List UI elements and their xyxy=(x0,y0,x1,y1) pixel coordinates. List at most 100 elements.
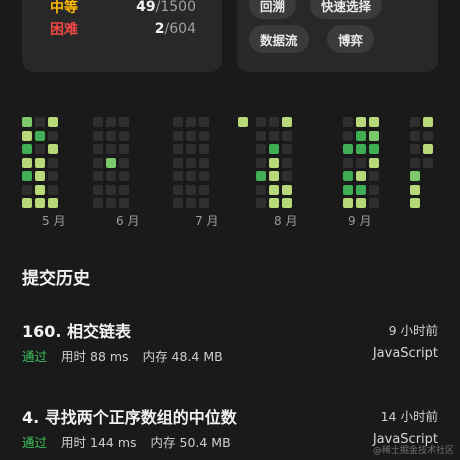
heatmap-cell[interactable] xyxy=(369,171,379,181)
heatmap-cell[interactable] xyxy=(35,171,45,181)
heatmap-cell[interactable] xyxy=(93,198,103,208)
heatmap-cell[interactable] xyxy=(48,184,58,195)
heatmap-cell[interactable] xyxy=(186,117,196,127)
heatmap-cell[interactable] xyxy=(106,171,116,181)
heatmap-cell[interactable] xyxy=(356,184,366,195)
heatmap-cell[interactable] xyxy=(410,198,420,208)
heatmap-cell[interactable] xyxy=(173,117,183,127)
heatmap-cell[interactable] xyxy=(369,117,379,127)
heatmap-cell[interactable] xyxy=(256,198,266,208)
heatmap-cell[interactable] xyxy=(119,144,129,154)
heatmap-cell[interactable] xyxy=(282,130,292,141)
heatmap-cell[interactable] xyxy=(186,198,196,208)
heatmap-cell[interactable] xyxy=(199,130,209,141)
heatmap-cell[interactable] xyxy=(256,117,266,127)
heatmap-cell[interactable] xyxy=(106,157,116,168)
heatmap-cell[interactable] xyxy=(119,130,129,141)
heatmap-cell[interactable] xyxy=(35,157,45,168)
heatmap-cell[interactable] xyxy=(423,144,433,154)
heatmap-cell[interactable] xyxy=(356,117,366,127)
heatmap-cell[interactable] xyxy=(173,171,183,181)
heatmap-cell[interactable] xyxy=(119,184,129,195)
heatmap-cell[interactable] xyxy=(356,198,366,208)
heatmap-cell[interactable] xyxy=(282,184,292,195)
heatmap-cell[interactable] xyxy=(186,144,196,154)
heatmap-cell[interactable] xyxy=(369,198,379,208)
heatmap-cell[interactable] xyxy=(186,130,196,141)
heatmap-cell[interactable] xyxy=(343,130,353,141)
heatmap-cell[interactable] xyxy=(256,184,266,195)
heatmap-cell[interactable] xyxy=(106,184,116,195)
problem-title[interactable]: 160. 相交链表 xyxy=(22,318,131,342)
heatmap-cell[interactable] xyxy=(48,198,58,208)
heatmap-cell[interactable] xyxy=(22,184,32,195)
heatmap-cell[interactable] xyxy=(93,157,103,168)
heatmap-cell[interactable] xyxy=(269,117,279,127)
heatmap-cell[interactable] xyxy=(410,171,420,181)
heatmap-cell[interactable] xyxy=(106,144,116,154)
heatmap-cell[interactable] xyxy=(282,117,292,127)
heatmap-cell[interactable] xyxy=(423,157,433,168)
heatmap-cell[interactable] xyxy=(35,144,45,154)
heatmap-cell[interactable] xyxy=(119,157,129,168)
heatmap-cell[interactable] xyxy=(269,130,279,141)
heatmap-cell[interactable] xyxy=(48,157,58,168)
heatmap-cell[interactable] xyxy=(343,171,353,181)
heatmap-cell[interactable] xyxy=(106,130,116,141)
heatmap-cell[interactable] xyxy=(269,198,279,208)
heatmap-cell[interactable] xyxy=(106,198,116,208)
heatmap-cell[interactable] xyxy=(282,157,292,168)
heatmap-cell[interactable] xyxy=(343,184,353,195)
heatmap-cell[interactable] xyxy=(199,157,209,168)
heatmap-cell[interactable] xyxy=(93,184,103,195)
heatmap-cell[interactable] xyxy=(269,184,279,195)
heatmap-cell[interactable] xyxy=(93,171,103,181)
heatmap-cell[interactable] xyxy=(343,117,353,127)
heatmap-cell[interactable] xyxy=(343,157,353,168)
heatmap-cell[interactable] xyxy=(22,117,32,127)
heatmap-cell[interactable] xyxy=(35,130,45,141)
heatmap-cell[interactable] xyxy=(269,157,279,168)
heatmap-cell[interactable] xyxy=(48,144,58,154)
heatmap-cell[interactable] xyxy=(35,198,45,208)
heatmap-cell[interactable] xyxy=(173,198,183,208)
heatmap-cell[interactable] xyxy=(93,130,103,141)
heatmap-cell[interactable] xyxy=(199,117,209,127)
heatmap-cell[interactable] xyxy=(199,184,209,195)
heatmap-cell[interactable] xyxy=(423,117,433,127)
heatmap-cell[interactable] xyxy=(282,144,292,154)
heatmap-cell[interactable] xyxy=(343,198,353,208)
heatmap-cell[interactable] xyxy=(343,144,353,154)
heatmap-cell[interactable] xyxy=(256,157,266,168)
heatmap-cell[interactable] xyxy=(35,117,45,127)
heatmap-cell[interactable] xyxy=(22,130,32,141)
heatmap-cell[interactable] xyxy=(356,144,366,154)
submission-item[interactable]: 160. 相交链表 9 小时前 通过 用时 88 ms 内存 48.4 MB J… xyxy=(22,318,438,374)
heatmap-cell[interactable] xyxy=(35,184,45,195)
heatmap-cell[interactable] xyxy=(48,171,58,181)
heatmap-cell[interactable] xyxy=(369,157,379,168)
heatmap-cell[interactable] xyxy=(199,198,209,208)
heatmap-cell[interactable] xyxy=(369,144,379,154)
heatmap-cell[interactable] xyxy=(356,171,366,181)
heatmap-cell[interactable] xyxy=(423,130,433,141)
heatmap-cell[interactable] xyxy=(119,171,129,181)
heatmap-cell[interactable] xyxy=(199,171,209,181)
heatmap-cell[interactable] xyxy=(369,130,379,141)
heatmap-cell[interactable] xyxy=(269,171,279,181)
heatmap-cell[interactable] xyxy=(93,144,103,154)
heatmap-cell[interactable] xyxy=(173,144,183,154)
heatmap-cell[interactable] xyxy=(22,171,32,181)
heatmap-cell[interactable] xyxy=(282,171,292,181)
heatmap-cell[interactable] xyxy=(199,144,209,154)
heatmap-cell[interactable] xyxy=(186,171,196,181)
heatmap-cell[interactable] xyxy=(410,130,420,141)
heatmap-cell[interactable] xyxy=(93,117,103,127)
heatmap-cell[interactable] xyxy=(186,157,196,168)
heatmap-cell[interactable] xyxy=(356,130,366,141)
heatmap-cell[interactable] xyxy=(48,130,58,141)
heatmap-cell[interactable] xyxy=(186,184,196,195)
heatmap-cell[interactable] xyxy=(410,184,420,195)
heatmap-cell[interactable] xyxy=(173,157,183,168)
heatmap-cell[interactable] xyxy=(22,144,32,154)
